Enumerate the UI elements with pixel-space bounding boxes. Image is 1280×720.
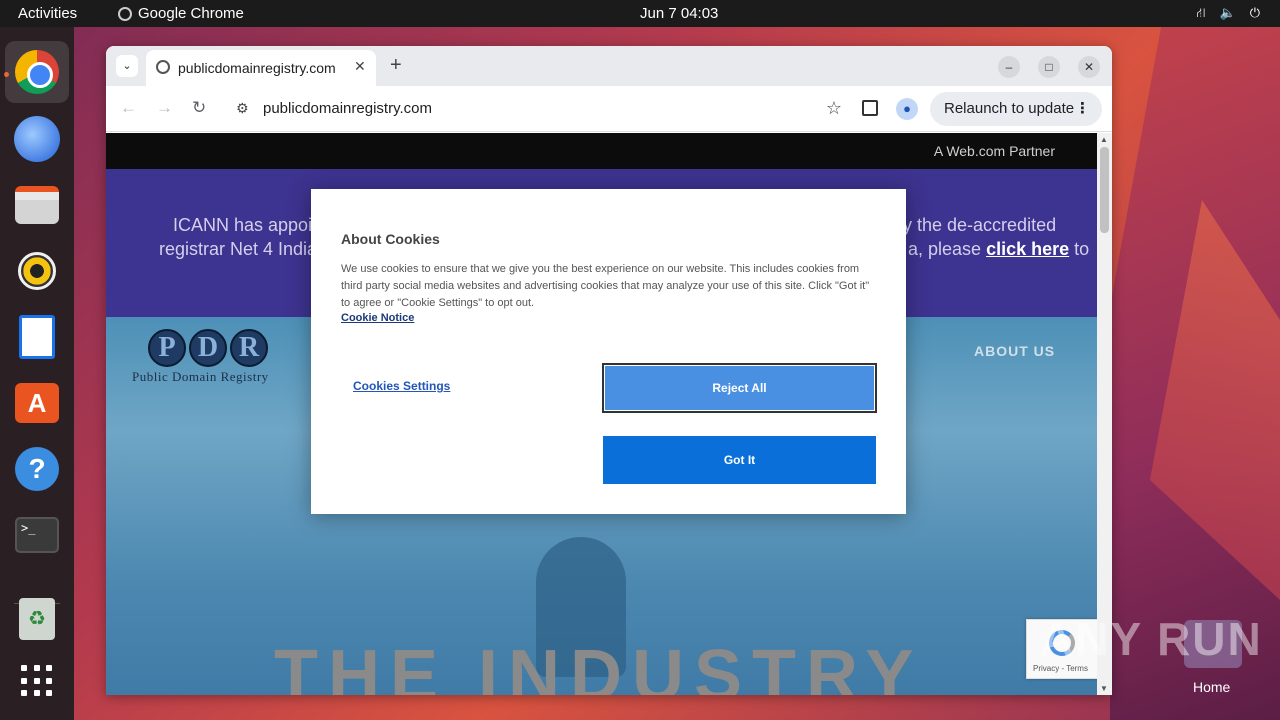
dock-item-chrome[interactable]: [5, 41, 69, 103]
system-tray[interactable]: ⛙ 🔈 ⏻: [1196, 5, 1260, 23]
anyrun-watermark: ANY RUN: [1040, 613, 1263, 665]
tab-close-icon[interactable]: ✕: [354, 58, 366, 75]
thunderbird-icon: [14, 116, 60, 162]
trash-icon: ♻: [19, 598, 55, 640]
menu-dots-icon[interactable]: ⋮: [1075, 99, 1090, 117]
dock-item-writer[interactable]: [13, 313, 61, 361]
scroll-up-icon[interactable]: ▲: [1100, 135, 1108, 144]
page-viewport: A Web.com Partner ICANN has appoin y the…: [106, 133, 1097, 695]
partner-text[interactable]: A Web.com Partner: [934, 143, 1055, 159]
writer-icon: [19, 315, 55, 359]
site-info-icon[interactable]: ⚙: [236, 100, 249, 117]
forward-icon[interactable]: →: [156, 98, 173, 118]
logo-letter: R: [230, 329, 268, 367]
pdr-logo[interactable]: P D R Public Domain Registry: [132, 329, 288, 389]
network-icon: ⛙: [1196, 5, 1206, 20]
cookie-notice-link[interactable]: Cookie Notice: [341, 312, 414, 324]
nav-about-us[interactable]: ABOUT US: [974, 343, 1055, 359]
url-text[interactable]: publicdomainregistry.com: [263, 100, 432, 117]
tab-strip: ⌄ publicdomainregistry.com ✕ + – □ ✕: [106, 46, 1112, 86]
logo-letter: D: [189, 329, 227, 367]
grid-icon: [21, 665, 53, 697]
dock: A ? >_ ♻: [0, 27, 74, 720]
back-icon[interactable]: ←: [120, 98, 137, 118]
app-name: Google Chrome: [138, 5, 244, 22]
dock-item-terminal[interactable]: >_: [13, 511, 61, 559]
bookmark-star-icon[interactable]: ☆: [826, 98, 842, 119]
scrollbar-thumb[interactable]: [1100, 147, 1109, 233]
cookie-settings-button[interactable]: Cookies Settings: [353, 379, 450, 393]
files-icon: [15, 186, 59, 224]
reject-all-button[interactable]: Reject All: [602, 363, 877, 413]
tab-search-button[interactable]: ⌄: [116, 55, 138, 77]
notice-text: to: [1074, 239, 1090, 259]
dock-item-thunderbird[interactable]: [13, 115, 61, 163]
hero-heading: THE INDUSTRY: [274, 636, 924, 695]
tab-title: publicdomainregistry.com: [178, 60, 336, 76]
chrome-icon: [15, 50, 59, 94]
relaunch-button[interactable]: Relaunch to update ⋮: [930, 92, 1102, 126]
new-tab-button[interactable]: +: [390, 54, 402, 77]
notice-text: ICANN has appoin: [173, 215, 323, 235]
minimize-button[interactable]: –: [998, 56, 1020, 78]
got-it-button[interactable]: Got It: [603, 436, 876, 484]
scroll-down-icon[interactable]: ▼: [1100, 684, 1108, 693]
dock-item-rhythmbox[interactable]: [13, 247, 61, 295]
home-folder-label[interactable]: Home: [1193, 679, 1230, 695]
tab-active[interactable]: publicdomainregistry.com ✕: [146, 50, 376, 86]
click-here-link[interactable]: click here: [986, 239, 1069, 259]
browser-toolbar: ← → ↻ ⚙ publicdomainregistry.com ☆ ● Rel…: [106, 86, 1112, 132]
top-bar: Activities Google Chrome Jun 7 04:03 ⛙ 🔈…: [0, 0, 1280, 27]
maximize-button[interactable]: □: [1038, 56, 1060, 78]
dock-item-trash[interactable]: ♻: [13, 595, 61, 643]
app-menu[interactable]: Google Chrome: [118, 5, 244, 22]
terminal-icon: >_: [15, 517, 59, 553]
cookie-body-text: We use cookies to ensure that we give yo…: [341, 263, 870, 309]
page-scrollbar[interactable]: ▲ ▼: [1097, 133, 1112, 695]
rhythmbox-icon: [18, 252, 56, 290]
help-icon: ?: [15, 447, 59, 491]
activities-button[interactable]: Activities: [18, 5, 77, 22]
dock-item-app-center[interactable]: A: [13, 379, 61, 427]
chrome-small-icon: [118, 6, 132, 21]
dock-item-files[interactable]: [13, 181, 61, 229]
globe-icon: [156, 60, 170, 74]
side-panel-icon[interactable]: [862, 100, 878, 116]
notice-text: registrar Net 4 India: [159, 239, 318, 259]
notice-text: a, please: [908, 239, 982, 259]
power-icon: ⏻: [1249, 5, 1260, 20]
chrome-window: ⌄ publicdomainregistry.com ✕ + – □ ✕ ← →…: [106, 46, 1112, 695]
cookie-heading: About Cookies: [341, 231, 440, 247]
notice-text-right: a, please click here to: [908, 239, 1089, 260]
address-bar[interactable]: ⚙ publicdomainregistry.com ☆: [224, 92, 852, 126]
logo-letter: P: [148, 329, 186, 367]
profile-icon[interactable]: ●: [896, 98, 918, 120]
show-apps-button[interactable]: [13, 657, 61, 705]
dock-item-help[interactable]: ?: [13, 445, 61, 493]
notice-text: y the de-accredited: [903, 215, 1057, 235]
logo-tagline: Public Domain Registry: [132, 369, 269, 384]
app-center-icon: A: [15, 383, 59, 423]
relaunch-label: Relaunch to update: [944, 100, 1075, 117]
reload-icon[interactable]: ↻: [192, 98, 206, 118]
site-top-bar: A Web.com Partner: [106, 133, 1097, 169]
clock[interactable]: Jun 7 04:03: [640, 5, 718, 22]
cookie-dialog: About Cookies We use cookies to ensure t…: [311, 189, 906, 514]
close-window-button[interactable]: ✕: [1078, 56, 1100, 78]
volume-icon: 🔈: [1219, 5, 1236, 20]
